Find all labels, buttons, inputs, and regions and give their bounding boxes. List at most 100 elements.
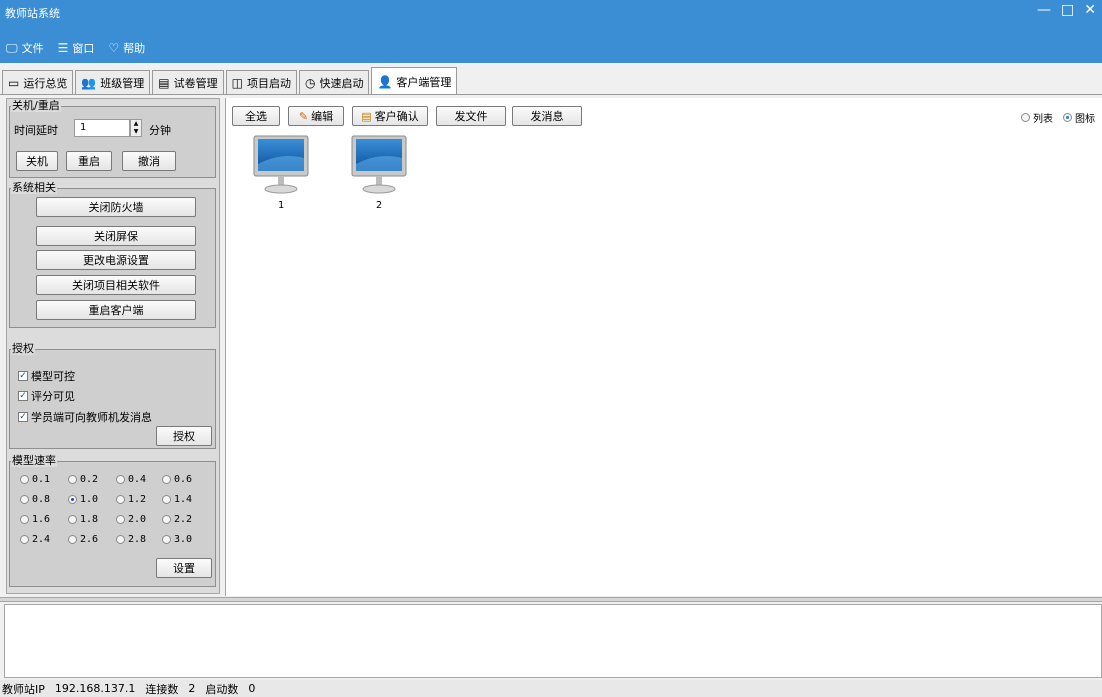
tab-exam-management[interactable]: ▤ 试卷管理 [152,70,224,94]
power-settings-button[interactable]: 更改电源设置 [36,250,196,270]
confirm-label: 客户确认 [374,110,419,123]
rate-option-radio[interactable]: 2.8 [116,534,146,545]
monitor-icon: 🖵 [6,40,18,55]
tab-bar: ▭ 运行总览 👥 班级管理 ▤ 试卷管理 ◫ 项目启动 ◷ 快速启动 👤 客户端管理 [2,66,459,95]
rate-option-label: 0.6 [174,474,193,485]
disable-screensaver-button[interactable]: 关闭屏保 [36,226,196,246]
monitor-icon [351,135,407,194]
rate-option-label: 2.0 [128,514,147,525]
rate-option-label: 3.0 [174,534,193,545]
rate-option-label: 2.2 [174,514,193,525]
view-icon-radio[interactable]: 图标 [1063,110,1095,125]
send-message-button[interactable]: 发消息 [512,106,582,126]
rate-group: 模型速率 0.1 0.2 0.4 0.6 0.8 1.0 1.2 1.4 1.6 1.8 2.0 2.… [9,455,216,587]
menu-bar: 🖵 文件 ☰ 窗口 ♡ 帮助 [6,40,145,56]
list-icon: ☰ [57,41,69,55]
rate-option-radio[interactable]: 0.6 [162,474,192,485]
cancel-button[interactable]: 撤消 [122,151,176,171]
group-label: 模型速率 [11,454,57,467]
radio-icon [68,495,77,504]
menu-help[interactable]: ♡ 帮助 [108,40,145,56]
disable-firewall-button[interactable]: 关闭防火墙 [36,197,196,217]
client-name: 2 [375,200,383,211]
minimize-button[interactable]: — [1037,2,1051,18]
user-icon: 👤 [377,74,393,89]
menu-file[interactable]: 🖵 文件 [6,40,44,56]
delay-input[interactable]: 1 [74,119,130,137]
ip-label: 教师站IP [2,682,45,696]
radio-icon [162,475,171,484]
client-name: 1 [277,200,285,211]
tab-quick-launch[interactable]: ◷ 快速启动 [298,70,370,94]
started-value: 0 [248,682,256,695]
score-visible-checkbox[interactable]: ✓ 评分可见 [18,388,75,404]
tab-class-management[interactable]: 👥 班级管理 [75,70,151,94]
restart-client-button[interactable]: 重启客户端 [36,300,196,320]
rate-option-label: 1.0 [80,494,99,505]
group-label: 系统相关 [11,181,57,194]
rate-option-label: 2.4 [32,534,51,545]
student-message-checkbox[interactable]: ✓ 学员端可向教师机发消息 [18,409,152,425]
select-all-button[interactable]: 全选 [232,106,280,126]
rate-option-label: 0.8 [32,494,51,505]
shutdown-button[interactable]: 关机 [16,151,58,171]
rate-option-radio[interactable]: 0.8 [20,494,50,505]
menu-window[interactable]: ☰ 窗口 [58,40,95,56]
radio-icon [20,495,29,504]
tab-label: 班级管理 [100,76,145,90]
tab-label: 客户端管理 [396,75,452,89]
rate-option-radio[interactable]: 1.8 [68,514,98,525]
check-icon: ✓ [18,412,28,422]
radio-icon [1021,113,1030,122]
rate-option-label: 2.6 [80,534,99,545]
send-file-button[interactable]: 发文件 [436,106,506,126]
rate-option-label: 0.1 [32,474,51,485]
connections-value: 2 [188,682,196,695]
window-controls: — □ ✕ [1037,2,1096,18]
restart-button[interactable]: 重启 [66,151,112,171]
rate-option-radio[interactable]: 0.2 [68,474,98,485]
auth-group: 授权 ✓ 模型可控 ✓ 评分可见 ✓ 学员端可向教师机发消息 授权 [9,343,216,449]
rate-option-label: 0.4 [128,474,147,485]
rate-option-radio[interactable]: 3.0 [162,534,192,545]
edit-icon: ✎ [298,109,309,123]
rate-option-radio[interactable]: 2.6 [68,534,98,545]
ip-value: 192.168.137.1 [54,682,136,695]
rate-option-radio[interactable]: 2.4 [20,534,50,545]
rate-option-radio[interactable]: 2.0 [116,514,146,525]
unit-label: 分钟 [149,124,171,137]
rate-option-radio[interactable]: 0.1 [20,474,50,485]
spinner-arrows[interactable]: ▲ ▼ [130,119,142,137]
tab-overview[interactable]: ▭ 运行总览 [2,70,74,94]
rate-option-radio[interactable]: 1.0 [68,494,98,505]
group-label: 授权 [11,342,35,355]
message-log [4,604,1102,678]
rate-option-radio[interactable]: 1.4 [162,494,192,505]
tab-client-management[interactable]: 👤 客户端管理 [371,67,458,95]
client-computer[interactable]: 2 [346,134,412,214]
splitter[interactable] [0,597,1102,602]
radio-icon [20,535,29,544]
client-computer[interactable]: 1 [248,134,314,214]
tab-label: 快速启动 [319,76,364,90]
model-control-checkbox[interactable]: ✓ 模型可控 [18,368,75,384]
close-project-software-button[interactable]: 关闭项目相关软件 [36,275,196,295]
radio-icon [68,475,77,484]
client-confirm-button[interactable]: ▤ 客户确认 [352,106,428,126]
rate-option-label: 1.2 [128,494,147,505]
maximize-button[interactable]: □ [1061,2,1074,18]
rate-option-radio[interactable]: 0.4 [116,474,146,485]
rate-option-radio[interactable]: 1.2 [116,494,146,505]
view-list-radio[interactable]: 列表 [1021,110,1053,125]
rate-option-radio[interactable]: 2.2 [162,514,192,525]
radio-icon [116,515,125,524]
close-button[interactable]: ✕ [1084,2,1096,18]
set-rate-button[interactable]: 设置 [156,558,212,578]
edit-button[interactable]: ✎ 编辑 [288,106,344,126]
rate-option-radio[interactable]: 1.6 [20,514,50,525]
tab-project-launch[interactable]: ◫ 项目启动 [225,70,297,94]
authorize-button[interactable]: 授权 [156,426,212,446]
radio-icon [162,495,171,504]
toolbar: 全选 ✎ 编辑 ▤ 客户确认 发文件 发消息 列表 图标 [226,98,1102,132]
window-title: 教师站系统 [5,7,60,20]
